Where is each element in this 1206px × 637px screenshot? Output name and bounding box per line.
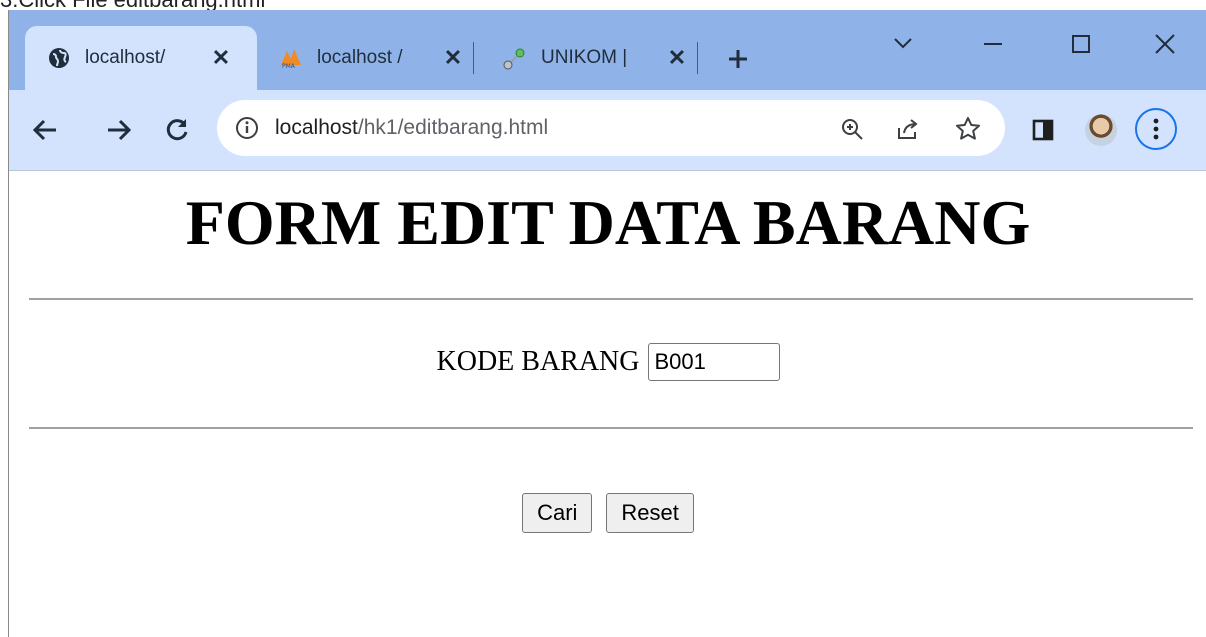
maximize-button[interactable] [1059, 24, 1103, 64]
reload-button[interactable] [157, 110, 197, 150]
close-tab-icon[interactable]: ✕ [439, 44, 467, 72]
globe-icon [47, 46, 71, 70]
browser-toolbar: localhost/hk1/editbarang.html [9, 90, 1206, 171]
url-host: localhost [275, 116, 358, 139]
browser-window: localhost/ ✕ PMA localhost / ✕ UNIKOM | … [8, 10, 1206, 637]
new-tab-button[interactable] [723, 44, 753, 74]
bookmark-star-icon[interactable] [953, 114, 983, 144]
cari-button[interactable]: Cari [522, 493, 593, 533]
back-button[interactable] [25, 110, 65, 150]
tab-search-button[interactable] [881, 24, 925, 64]
close-tab-icon[interactable]: ✕ [663, 44, 691, 72]
page-title: FORM EDIT DATA BARANG [185, 187, 1031, 258]
tab-separator [697, 42, 698, 74]
minimize-button[interactable] [971, 24, 1015, 64]
side-panel-icon[interactable] [1023, 110, 1063, 150]
kode-barang-row: KODE BARANG [9, 343, 1206, 381]
tab-separator [473, 42, 474, 74]
profile-avatar[interactable] [1085, 114, 1117, 146]
url-text[interactable]: localhost/hk1/editbarang.html [275, 114, 548, 142]
phpmyadmin-icon: PMA [279, 46, 303, 70]
tab-unikom[interactable]: UNIKOM | ✕ [481, 26, 703, 90]
close-tab-icon[interactable]: ✕ [207, 44, 235, 72]
tab-phpmyadmin[interactable]: PMA localhost / ✕ [257, 26, 481, 90]
divider [29, 427, 1193, 429]
kode-barang-label: KODE BARANG [436, 346, 640, 377]
url-path: /hk1/editbarang.html [357, 116, 549, 139]
caption-text: 3.Click File editbarang.html [0, 0, 400, 10]
address-bar[interactable]: localhost/hk1/editbarang.html [217, 100, 1005, 156]
close-window-button[interactable] [1143, 24, 1187, 64]
zoom-icon[interactable] [837, 114, 867, 144]
share-icon[interactable] [893, 114, 923, 144]
info-icon[interactable] [233, 114, 261, 142]
action-buttons: Cari Reset [9, 493, 1206, 533]
chrome-menu-button[interactable] [1135, 108, 1177, 150]
page-content: FORM EDIT DATA BARANG KODE BARANG Cari R… [9, 171, 1206, 637]
reset-button[interactable]: Reset [606, 493, 694, 533]
tab-strip: localhost/ ✕ PMA localhost / ✕ UNIKOM | … [9, 10, 1206, 90]
tab-title: localhost/ [85, 47, 166, 68]
divider [29, 298, 1193, 300]
tab-title: localhost / [317, 47, 403, 68]
svg-text:PMA: PMA [282, 63, 296, 69]
kode-barang-input[interactable] [647, 343, 780, 381]
forward-button[interactable] [99, 110, 139, 150]
tab-title: UNIKOM | [541, 47, 628, 68]
unikom-icon [503, 46, 527, 70]
tab-localhost-active[interactable]: localhost/ ✕ [25, 26, 257, 90]
